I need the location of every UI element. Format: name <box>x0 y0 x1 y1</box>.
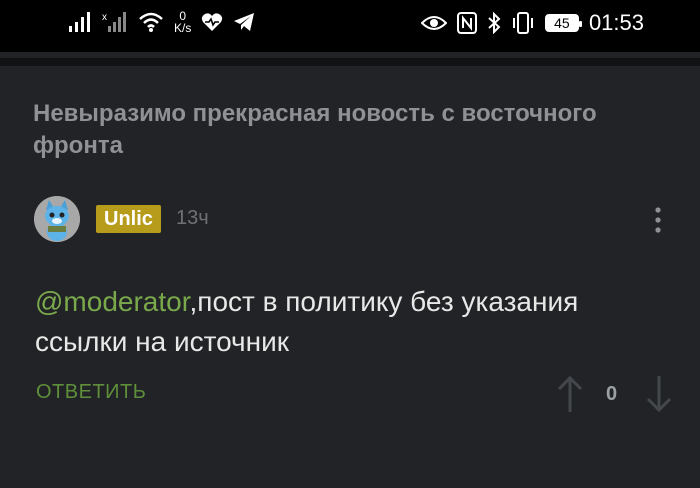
status-bar: x 0 K/s 45 01:53 <box>0 0 700 52</box>
upvote-arrow-icon[interactable] <box>556 374 584 414</box>
avatar[interactable] <box>34 196 80 242</box>
status-clock: 01:53 <box>588 10 644 35</box>
section-divider <box>0 58 700 66</box>
author-name[interactable]: Unlic <box>96 205 161 233</box>
bluetooth-icon <box>488 12 501 34</box>
signal-icon <box>69 12 90 32</box>
telegram-icon <box>234 13 255 31</box>
svg-text:x: x <box>102 12 107 23</box>
avatar-cat-icon <box>34 196 80 242</box>
network-speed: 0 K/s <box>174 10 191 34</box>
comment-score: 0 <box>606 383 618 405</box>
downvote-arrow-icon[interactable] <box>645 374 673 414</box>
signal-no-service-icon: x <box>102 12 126 32</box>
vibrate-icon <box>512 12 533 34</box>
status-right: 45 01:53 <box>420 10 644 36</box>
nfc-icon <box>456 12 477 34</box>
comment-body: @moderator,пост в политику без указания … <box>35 282 675 362</box>
wifi-icon <box>139 12 163 32</box>
reply-button[interactable]: ОТВЕТИТЬ <box>36 381 146 404</box>
post-title[interactable]: Невыразимо прекрасная новость с восточно… <box>33 98 673 162</box>
more-options-icon[interactable] <box>648 204 668 236</box>
mention-link[interactable]: @moderator <box>35 286 190 317</box>
comment-time: 13ч <box>176 207 209 229</box>
network-speed-unit: K/s <box>174 21 192 35</box>
status-left: x 0 K/s <box>68 10 255 34</box>
heart-rate-icon <box>202 13 223 32</box>
battery-indicator: 45 <box>544 14 582 32</box>
eye-icon <box>420 16 447 30</box>
